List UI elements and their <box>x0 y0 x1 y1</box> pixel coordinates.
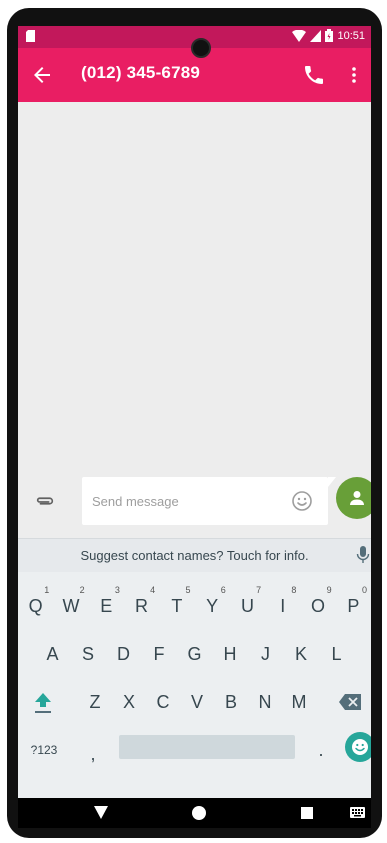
keyboard: Q1W2E3R4T5Y6U7I8O9P0 ASDFGHJKL ZXCVBNM ?… <box>18 572 371 798</box>
key-hint: 4 <box>150 585 156 595</box>
shift-icon <box>35 693 51 713</box>
suggestion-text: Suggest contact names? Touch for info. <box>80 548 309 563</box>
key-hint: 1 <box>44 585 50 595</box>
key-label: T <box>171 596 183 616</box>
key-hint: 7 <box>256 585 262 595</box>
key-label: O <box>311 596 326 616</box>
key-s[interactable]: S <box>71 634 106 674</box>
key-label: W <box>62 596 80 616</box>
key-p[interactable]: P0 <box>336 585 371 626</box>
message-input[interactable] <box>92 477 282 525</box>
key-hint: 6 <box>220 585 226 595</box>
contact-button[interactable] <box>336 477 371 519</box>
key-a[interactable]: A <box>35 634 70 674</box>
back-arrow-icon[interactable] <box>30 63 54 87</box>
nav-recents-icon[interactable] <box>301 807 313 819</box>
key-i[interactable]: I8 <box>265 585 300 626</box>
message-box-tail <box>328 477 336 487</box>
backspace-icon <box>339 694 361 710</box>
comma-key[interactable]: , <box>80 734 106 774</box>
key-label: R <box>135 596 149 616</box>
phone-call-icon[interactable] <box>302 63 326 87</box>
sim-card-icon <box>26 30 35 42</box>
key-y[interactable]: Y6 <box>195 585 230 626</box>
key-label: P <box>347 596 360 616</box>
screen: 10:51 (012) 345-6789 Send message Sugges… <box>18 26 371 828</box>
attach-icon[interactable] <box>34 490 56 512</box>
space-bar[interactable] <box>119 735 295 759</box>
key-w[interactable]: W2 <box>53 585 88 626</box>
key-label: I <box>280 596 286 616</box>
key-h[interactable]: H <box>213 634 248 674</box>
period-key[interactable]: . <box>308 730 334 770</box>
nav-home-icon[interactable] <box>192 806 206 820</box>
conversation-area <box>18 102 371 476</box>
wifi-icon <box>292 29 307 42</box>
shift-key[interactable] <box>27 682 59 722</box>
status-time: 10:51 <box>337 29 365 42</box>
key-g[interactable]: G <box>177 634 212 674</box>
emoji-icon[interactable] <box>290 489 314 513</box>
key-f[interactable]: F <box>142 634 177 674</box>
key-k[interactable]: K <box>284 634 319 674</box>
nav-back-icon[interactable] <box>94 806 108 820</box>
key-e[interactable]: E3 <box>89 585 124 626</box>
key-hint: 9 <box>326 585 332 595</box>
key-b[interactable]: B <box>214 682 248 722</box>
symbols-key[interactable]: ?123 <box>22 730 66 770</box>
suggestion-strip[interactable]: Suggest contact names? Touch for info. <box>18 538 371 573</box>
signal-icon <box>310 29 322 42</box>
status-icons: 10:51 <box>292 29 365 42</box>
contact-title: (012) 345-6789 <box>81 63 201 82</box>
key-l[interactable]: L <box>319 634 354 674</box>
key-j[interactable]: J <box>248 634 283 674</box>
key-m[interactable]: M <box>282 682 316 722</box>
front-camera <box>191 38 211 58</box>
key-c[interactable]: C <box>146 682 180 722</box>
key-u[interactable]: U7 <box>230 585 265 626</box>
key-label: Q <box>28 596 43 616</box>
key-d[interactable]: D <box>106 634 141 674</box>
key-label: Y <box>206 596 219 616</box>
key-hint: 2 <box>79 585 85 595</box>
key-hint: 5 <box>185 585 191 595</box>
key-r[interactable]: R4 <box>124 585 159 626</box>
key-label: E <box>100 596 113 616</box>
smiley-icon <box>352 739 368 755</box>
phone-frame: 10:51 (012) 345-6789 Send message Sugges… <box>7 8 382 838</box>
key-o[interactable]: O9 <box>300 585 335 626</box>
key-x[interactable]: X <box>112 682 146 722</box>
more-vert-icon[interactable] <box>342 63 366 87</box>
key-label: U <box>240 596 254 616</box>
key-z[interactable]: Z <box>78 682 112 722</box>
key-hint: 3 <box>114 585 120 595</box>
key-v[interactable]: V <box>180 682 214 722</box>
emoji-key[interactable] <box>345 732 371 762</box>
keyboard-switch-icon[interactable] <box>350 807 365 818</box>
key-q[interactable]: Q1 <box>18 585 53 626</box>
mic-icon[interactable] <box>356 546 370 564</box>
compose-bar <box>18 476 371 538</box>
key-n[interactable]: N <box>248 682 282 722</box>
backspace-key[interactable] <box>332 682 368 722</box>
contact-icon <box>350 491 364 505</box>
battery-icon <box>325 29 334 42</box>
key-hint: 0 <box>361 585 367 595</box>
key-t[interactable]: T5 <box>159 585 194 626</box>
navigation-bar <box>18 798 371 828</box>
message-box <box>82 477 328 525</box>
key-hint: 8 <box>291 585 297 595</box>
